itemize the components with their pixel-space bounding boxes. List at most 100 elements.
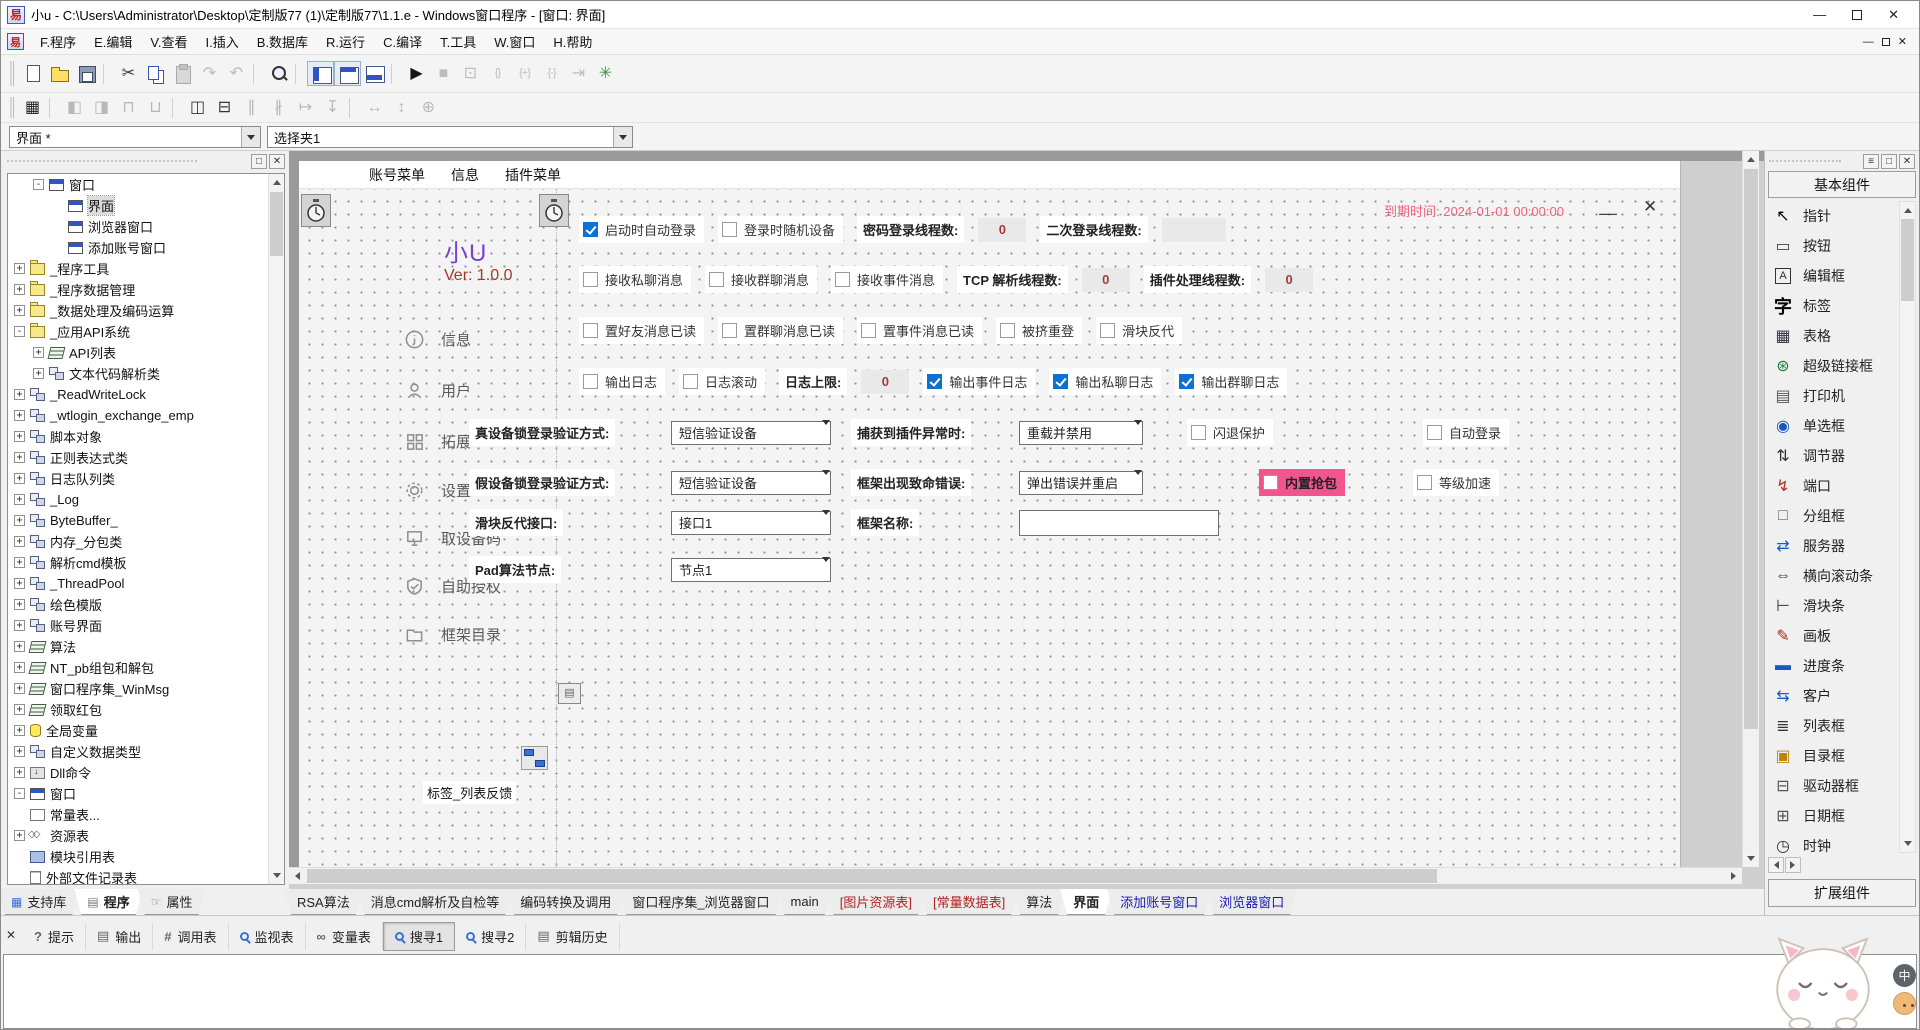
slider-api-combo[interactable]: 接口1 bbox=[671, 511, 831, 535]
table-icon[interactable]: ▦ 表格 bbox=[1768, 321, 1898, 351]
out-event-log-checkbox[interactable]: 输出事件日志 bbox=[923, 368, 1035, 395]
tree-expand-toggle[interactable]: + bbox=[14, 557, 25, 568]
components-scrollbar[interactable] bbox=[1899, 201, 1916, 853]
form-menu-item[interactable]: 账号菜单 bbox=[369, 165, 425, 185]
scrollbar-thumb[interactable] bbox=[1744, 169, 1758, 729]
pad-node-combo[interactable]: 节点1 bbox=[671, 558, 831, 582]
tree-item[interactable]: + Dll命令 bbox=[8, 762, 284, 783]
layout-left-panel-icon[interactable] bbox=[307, 61, 334, 86]
level-boost-checkbox[interactable]: 等级加速 bbox=[1413, 469, 1499, 496]
tree-expand-toggle[interactable]: + bbox=[14, 389, 25, 400]
tree-item[interactable]: + _程序工具 bbox=[8, 258, 284, 279]
tree-expand-toggle[interactable]: - bbox=[14, 326, 25, 337]
listbox-icon[interactable]: ≣ 列表框 bbox=[1768, 711, 1898, 741]
client-icon[interactable]: ⇆ 客户 bbox=[1768, 681, 1898, 711]
form-designer-icon[interactable]: ▦ bbox=[19, 95, 46, 120]
picturebox-component[interactable]: ▤ bbox=[558, 683, 581, 704]
menu-item[interactable]: V.查看 bbox=[142, 29, 195, 54]
mdi-minimize-icon[interactable]: — bbox=[1863, 36, 1874, 48]
tree-item[interactable]: - _应用API系统 bbox=[8, 321, 284, 342]
tree-item[interactable]: + 绘色模版 bbox=[8, 594, 284, 615]
document-tab[interactable]: 界面 bbox=[1060, 889, 1112, 915]
tree-item[interactable]: + API列表 bbox=[8, 342, 284, 363]
nav-item-extend[interactable]: 拓展 bbox=[404, 429, 471, 453]
tree-expand-toggle[interactable]: + bbox=[14, 536, 25, 547]
port-icon[interactable]: ↯ 端口 bbox=[1768, 471, 1898, 501]
tree-expand-toggle[interactable]: + bbox=[14, 620, 25, 631]
menu-item[interactable]: R.运行 bbox=[318, 29, 373, 54]
tree-item[interactable]: + 账号界面 bbox=[8, 615, 284, 636]
groupbox-icon[interactable]: □ 分组框 bbox=[1768, 501, 1898, 531]
stop-icon[interactable]: ■ bbox=[430, 61, 457, 86]
tree-item[interactable]: + 算法 bbox=[8, 636, 284, 657]
document-tab[interactable]: main bbox=[778, 889, 832, 915]
output-tab[interactable]: ▤ 剪辑历史 bbox=[526, 923, 619, 950]
panel-close-button[interactable]: ✕ bbox=[1899, 154, 1915, 169]
step-next-icon[interactable]: ⇥ bbox=[565, 61, 592, 86]
auto-login-checkbox[interactable]: 启动时自动登录 bbox=[579, 216, 704, 243]
document-tab[interactable]: 消息cmd解析及自检等 bbox=[358, 889, 513, 915]
tree-expand-toggle[interactable]: - bbox=[14, 788, 25, 799]
space-across-icon[interactable]: ∥ bbox=[238, 95, 265, 120]
same-height-icon[interactable]: ↕ bbox=[388, 95, 415, 120]
toolbar-grip[interactable] bbox=[10, 61, 14, 87]
tab-scroll-left-icon[interactable] bbox=[1768, 857, 1784, 873]
tree-expand-toggle[interactable]: - bbox=[33, 179, 44, 190]
same-width-icon[interactable]: ↔ bbox=[361, 95, 388, 120]
read-friend-checkbox[interactable]: 置好友消息已读 bbox=[579, 317, 704, 344]
folder-selector-combo[interactable]: 选择夹1 bbox=[267, 126, 633, 148]
open-file-icon[interactable] bbox=[46, 61, 73, 86]
same-size-icon[interactable]: ⊕ bbox=[415, 95, 442, 120]
tree-expand-toggle[interactable]: + bbox=[14, 683, 25, 694]
read-group-checkbox[interactable]: 置群聊消息已读 bbox=[718, 317, 843, 344]
radio-icon[interactable]: ◉ 单选框 bbox=[1768, 411, 1898, 441]
workspace-tab[interactable]: ▦ 支持库 bbox=[0, 889, 79, 915]
recv-private-checkbox[interactable]: 接收私聊消息 bbox=[579, 266, 691, 293]
tree-expand-toggle[interactable] bbox=[14, 809, 25, 820]
scroll-down-icon[interactable] bbox=[1900, 836, 1915, 852]
date-icon[interactable]: ⊞ 日期框 bbox=[1768, 801, 1898, 831]
scrollbar-thumb[interactable] bbox=[1901, 219, 1914, 301]
tree-expand-toggle[interactable]: + bbox=[14, 494, 25, 505]
timer-component[interactable] bbox=[301, 194, 331, 227]
close-button[interactable]: ✕ bbox=[1888, 7, 1899, 23]
tree-item[interactable]: 常量表... bbox=[8, 804, 284, 825]
output-tab[interactable]: ∞ 变量表 bbox=[306, 923, 383, 950]
builtin-grab-checkbox[interactable]: 内置抢包 bbox=[1259, 469, 1345, 496]
client-component[interactable] bbox=[521, 746, 548, 770]
form-minimize-icon[interactable]: — bbox=[1599, 203, 1617, 224]
align-bottom-icon[interactable]: ⊔ bbox=[142, 95, 169, 120]
plugin-manager-icon[interactable]: ✳ bbox=[592, 61, 619, 86]
debug-window-icon[interactable]: ⊡ bbox=[457, 61, 484, 86]
cut-icon[interactable]: ✂ bbox=[115, 61, 142, 86]
align-top-icon[interactable]: ⊓ bbox=[115, 95, 142, 120]
tree-expand-toggle[interactable]: + bbox=[14, 767, 25, 778]
toolbar-grip[interactable] bbox=[10, 97, 14, 117]
pointer-icon[interactable]: ↖ 指针 bbox=[1768, 201, 1898, 231]
basic-components-tab[interactable]: 基本组件 bbox=[1768, 171, 1916, 198]
brace-step-icon[interactable]: {} bbox=[484, 61, 511, 86]
spinner-icon[interactable]: ⇅ 调节器 bbox=[1768, 441, 1898, 471]
space-down-icon[interactable]: ∦ bbox=[265, 95, 292, 120]
dock-close-icon[interactable]: ✕ bbox=[6, 928, 16, 942]
tree-expand-toggle[interactable]: + bbox=[14, 662, 25, 673]
output-log-checkbox[interactable]: 输出日志 bbox=[579, 368, 665, 395]
shrink-vertical-icon[interactable]: ↧ bbox=[319, 95, 346, 120]
scroll-up-icon[interactable] bbox=[1900, 202, 1915, 218]
scroll-right-icon[interactable] bbox=[1726, 868, 1742, 884]
plugin-exception-combo[interactable]: 重载并禁用 bbox=[1019, 421, 1143, 445]
hscrollbar-icon[interactable]: ⇔ 横向滚动条 bbox=[1768, 561, 1898, 591]
tree-item[interactable]: 添加账号窗口 bbox=[8, 237, 284, 258]
tree-item[interactable]: + _ReadWriteLock bbox=[8, 384, 284, 405]
tree-expand-toggle[interactable]: + bbox=[14, 515, 25, 526]
paste-icon[interactable] bbox=[169, 61, 196, 86]
shrink-horizontal-icon[interactable]: ↦ bbox=[292, 95, 319, 120]
menu-item[interactable]: F.程序 bbox=[32, 29, 84, 54]
kick-relogin-checkbox[interactable]: 被挤重登 bbox=[996, 317, 1082, 344]
tree-item[interactable]: + 正则表达式类 bbox=[8, 447, 284, 468]
undo-icon[interactable]: ↶ bbox=[223, 61, 250, 86]
output-tab[interactable]: 监视表 bbox=[229, 923, 306, 950]
tree-expand-toggle[interactable]: + bbox=[14, 284, 25, 295]
output-tab[interactable]: 搜寻2 bbox=[455, 923, 526, 950]
run-icon[interactable]: ▶ bbox=[403, 61, 430, 86]
